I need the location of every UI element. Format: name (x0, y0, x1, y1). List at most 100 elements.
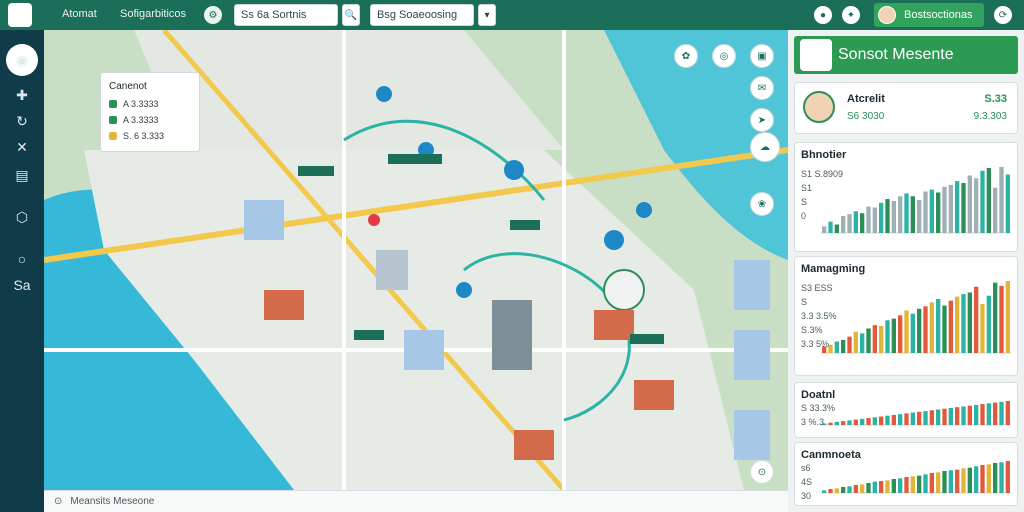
map-pin[interactable] (504, 160, 524, 180)
chart-bar (841, 216, 846, 233)
chart-bar (967, 292, 972, 353)
sidebar-item-tags[interactable]: ⬡ (6, 204, 38, 230)
legend-label: A 3.3333 (123, 115, 159, 125)
chart-bar (961, 468, 966, 493)
map-control-leaf-icon[interactable]: ✿ (674, 44, 698, 68)
sidebar-item-charts[interactable]: ▤ (6, 162, 38, 188)
chart-bar (1005, 461, 1010, 493)
chart-label: S 33.3% (801, 403, 835, 413)
search-input[interactable]: Ss 6a Sortnis (234, 4, 338, 26)
chart-bar (980, 404, 985, 425)
stats-card-1[interactable]: Bhnotier S1 S.8909 S1 S 0 (794, 142, 1018, 252)
map-control-layers-icon[interactable]: ▣ (750, 44, 774, 68)
map-pin[interactable] (376, 86, 392, 102)
map-control-leaf-2-icon[interactable]: ❀ (750, 192, 774, 216)
chart-bar (923, 306, 928, 353)
chart-bar (904, 193, 909, 233)
sidebar-item-search[interactable]: ○ (6, 246, 38, 272)
chart-bar (936, 192, 941, 233)
chart-bar (967, 175, 972, 233)
chart-bar (948, 470, 953, 493)
legend-label: S. 6 3.333 (123, 131, 165, 141)
map-pin-red[interactable] (368, 214, 380, 226)
nav-item-2[interactable]: Sofigarbiticos (120, 8, 186, 20)
card-title: Doatnl (801, 389, 836, 401)
search-button[interactable]: 🔍 (342, 4, 360, 26)
chart-bar (961, 294, 966, 353)
chart-bar (1005, 401, 1010, 425)
sidebar-item-routes[interactable]: ↻ (6, 108, 38, 134)
location-icon[interactable]: ● (814, 6, 832, 24)
chart-bar (993, 282, 998, 353)
chart-bar (860, 418, 865, 425)
legend-swatch (109, 116, 117, 124)
chart-bar (986, 167, 991, 233)
refresh-icon[interactable]: ⟳ (994, 6, 1012, 24)
chart-bar (948, 300, 953, 353)
chart-bar (993, 463, 998, 493)
chart-label: 4S (801, 477, 812, 487)
chart-label: 3 %.3 (801, 417, 824, 427)
chart-bar (942, 186, 947, 233)
map-pin[interactable] (636, 202, 652, 218)
legend-swatch (109, 132, 117, 140)
chart-bar (948, 407, 953, 425)
profile-card[interactable]: Atcrelit S6 3030 S.33 9.3.303 (794, 82, 1018, 134)
puzzle-icon[interactable]: ✦ (842, 6, 860, 24)
chart-bar (885, 480, 890, 493)
map-control-compass-icon[interactable]: ◎ (712, 44, 736, 68)
chart-bar (955, 407, 960, 425)
settings-icon[interactable]: ⚙ (204, 6, 222, 24)
nav-item-1[interactable]: Atomat (62, 8, 97, 20)
stats-card-4[interactable]: Canmnoeta s6 4S 30 (794, 442, 1018, 506)
map-label (630, 334, 664, 344)
chart-bar (923, 474, 928, 493)
chart-bar (841, 487, 846, 493)
chart-bar (955, 469, 960, 493)
sidebar-item-tools[interactable]: Sa (6, 272, 38, 298)
chart-bar (828, 422, 833, 425)
sidebar-item-home[interactable]: ◉ (6, 44, 38, 76)
map-view[interactable]: Canenot A 3.3333 A 3.3333 S. 6 3.333 ✿ ◎… (44, 30, 788, 490)
chart-bar (841, 339, 846, 353)
chart-bar (999, 285, 1004, 353)
sidebar-item-map[interactable]: ✚ (6, 82, 38, 108)
filter-dropdown[interactable]: Bsg Soaeoosing (370, 4, 474, 26)
building (376, 250, 408, 290)
chart-bar (980, 170, 985, 233)
chart-bar (853, 485, 858, 493)
chart-label: S.3% (801, 325, 823, 335)
map-control-send-icon[interactable]: ➤ (750, 108, 774, 132)
map-pin[interactable] (456, 282, 472, 298)
chart-bar (961, 406, 966, 425)
sidebar-item-analytics[interactable]: ✕ (6, 134, 38, 160)
map-control-locate-icon[interactable]: ⊙ (750, 460, 774, 484)
status-icon: ⊙ (54, 496, 63, 507)
left-sidebar: ◉ ✚ ↻ ✕ ▤ ⬡ ○ Sa (0, 30, 44, 512)
card-chart: S3 ESS S 3.3 3.5% S.3% 3.3 5% (801, 281, 1011, 354)
filter-toggle-button[interactable]: ▾ (478, 4, 496, 26)
app-logo[interactable] (8, 3, 32, 27)
landmark (603, 269, 645, 311)
panel-avatar (800, 39, 832, 71)
chart-label: 3.3 5% (801, 339, 829, 349)
chart-bar (974, 178, 979, 233)
chart-bar (834, 341, 839, 353)
map-control-cloud-icon[interactable]: ☁ (750, 132, 780, 162)
stats-card-3[interactable]: Doatnl S 33.3% 3 %.3 (794, 382, 1018, 438)
panel-header: Sonsot Mesente (794, 36, 1018, 74)
chart-label: s6 (801, 463, 811, 473)
user-menu[interactable]: Bostsoctionas (874, 3, 984, 27)
chart-bar (891, 414, 896, 425)
stats-card-2[interactable]: Mamagming S3 ESS S 3.3 3.5% S.3% 3.3 5% (794, 256, 1018, 376)
chart-label: S3 ESS (801, 283, 833, 293)
chart-bar (923, 411, 928, 425)
chart-bar (872, 417, 877, 425)
chart-bar (834, 488, 839, 493)
map-pin[interactable] (604, 230, 624, 250)
chart-bar (866, 418, 871, 425)
chart-bar (999, 462, 1004, 493)
chart-label: 30 (801, 491, 811, 501)
chart-bar (866, 206, 871, 233)
map-control-message-icon[interactable]: ✉ (750, 76, 774, 100)
